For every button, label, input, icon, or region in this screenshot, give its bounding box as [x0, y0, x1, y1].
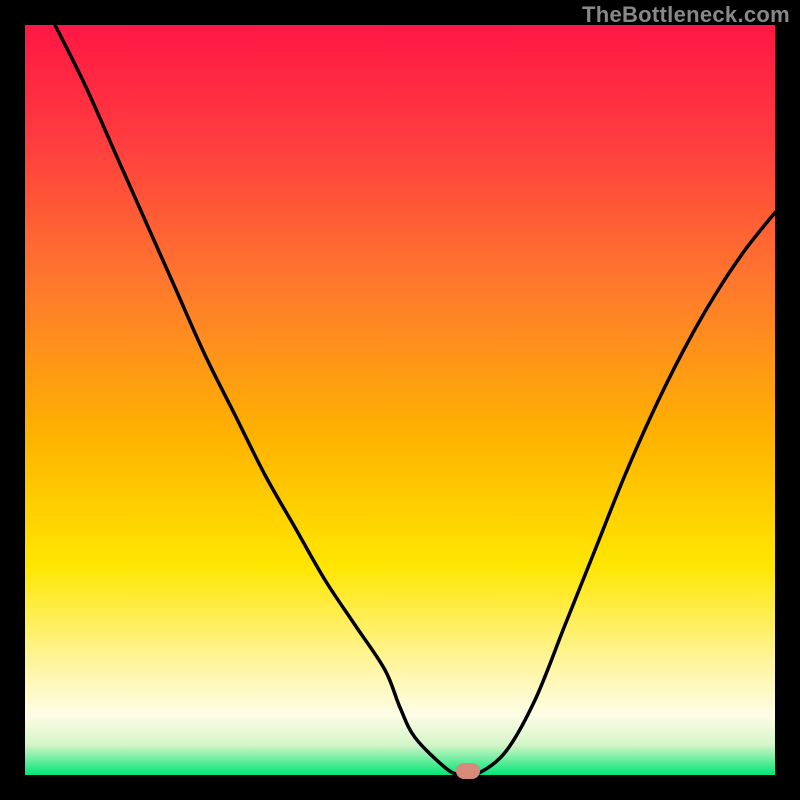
- plot-area: [25, 25, 775, 775]
- chart-container: TheBottleneck.com: [0, 0, 800, 800]
- watermark-text: TheBottleneck.com: [582, 2, 790, 28]
- optimum-marker-icon: [456, 763, 480, 779]
- bottleneck-curve: [25, 25, 775, 775]
